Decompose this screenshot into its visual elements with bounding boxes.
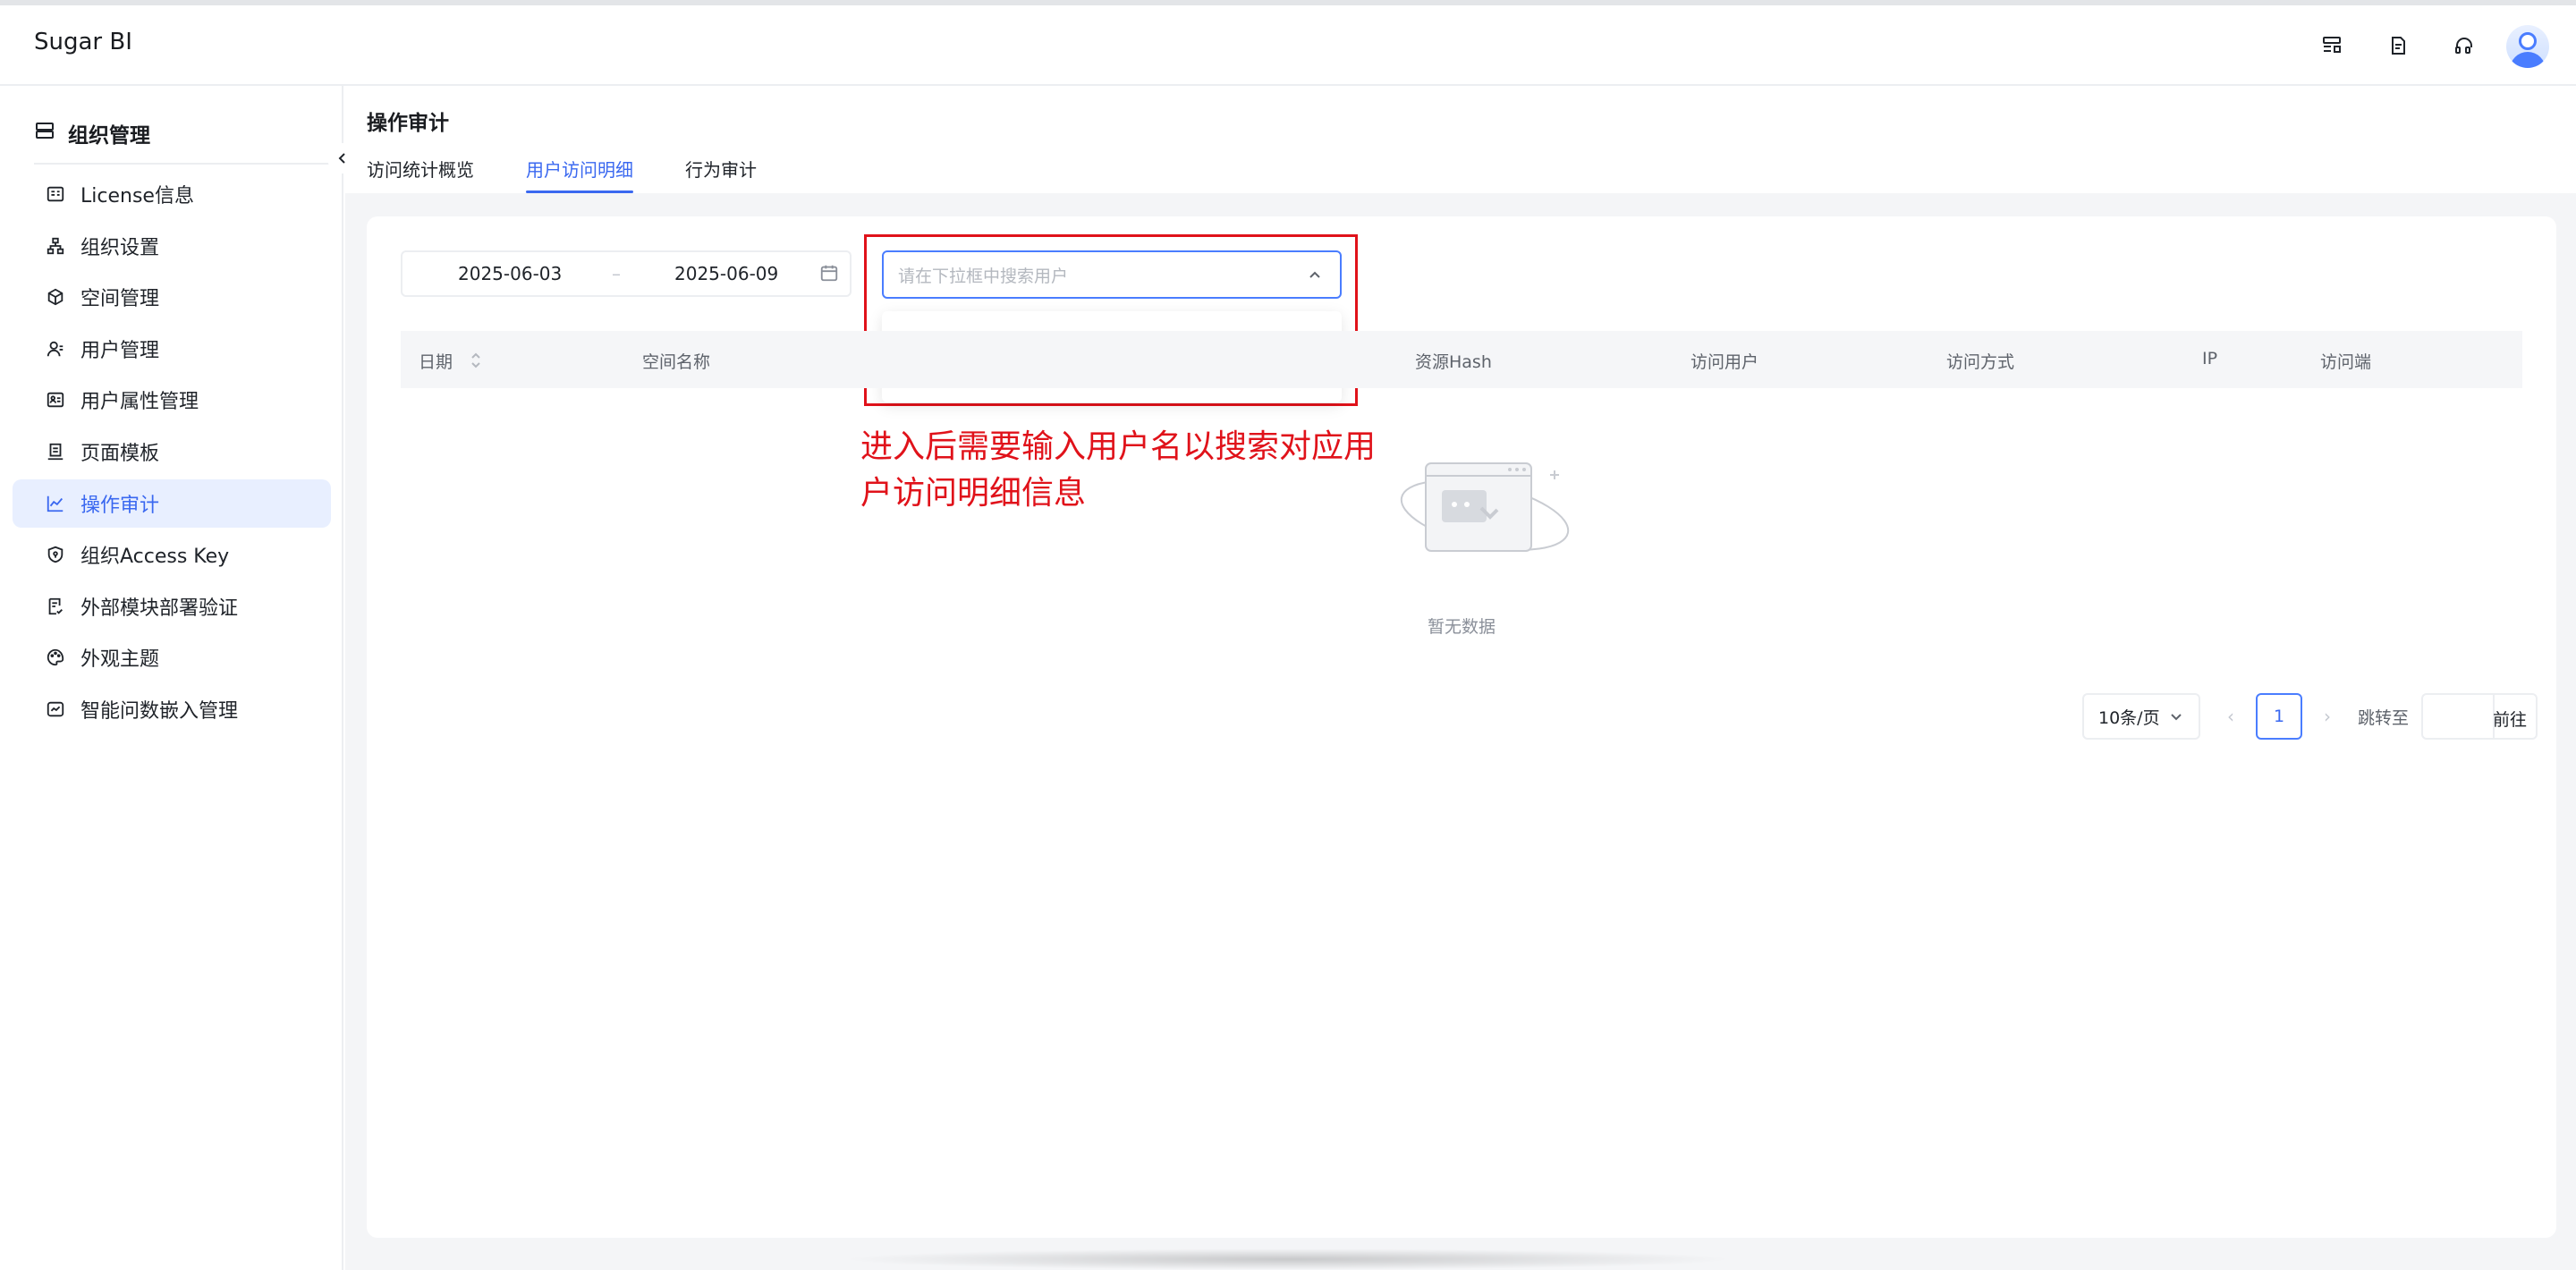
end-date[interactable]: 2025-06-09 [674,263,778,284]
sidebar-item-org-settings[interactable]: 组织设置 [13,222,331,270]
sidebar-item-user-attributes[interactable]: 用户属性管理 [13,376,331,424]
bottom-shadow [841,1249,1735,1270]
sidebar-item-access-key[interactable]: 组织Access Key [13,530,331,579]
tab-user-access-detail[interactable]: 用户访问明细 [526,156,633,193]
embed-icon [45,698,66,720]
jump-label: 跳转至 [2358,707,2410,728]
calendar-icon[interactable] [819,263,839,287]
sidebar-item-space[interactable]: 空间管理 [13,273,331,321]
page-header: 操作审计 访问统计概览 用户访问明细 行为审计 [345,86,2576,193]
chevron-up-icon [1306,267,1324,289]
empty-state-illustration [1395,453,1574,572]
table-header: 日期 空间名称 资源Hash 访问用户 访问方式 IP 访问端 [401,331,2522,388]
sidebar-divider [34,163,329,165]
license-icon [45,183,66,205]
annotation-text: 进入后需要输入用户名以搜索对应用户访问明细信息 [860,428,1377,512]
sidebar-item-label: 操作审计 [80,494,160,517]
column-visit-method: 访问方式 [1946,352,2015,372]
template-icon [45,441,66,462]
sidebar-item-label: 用户属性管理 [80,391,199,414]
page-size-label: 10条/页 [2098,707,2160,728]
page-size-select[interactable]: 10条/页 [2082,693,2200,740]
column-date-label: 日期 [419,352,453,372]
sidebar-item-label: 用户管理 [80,339,160,362]
sidebar-item-embed[interactable]: 智能问数嵌入管理 [13,685,331,733]
cube-icon [45,286,66,308]
start-date[interactable]: 2025-06-03 [458,263,562,284]
chevron-down-icon [2170,714,2182,721]
column-resource-hash: 资源Hash [1415,352,1492,372]
user-attribute-icon [45,389,66,411]
sidebar: 组织管理 License信息 组织设置 空间管理 用户管理 用户属性管理 页面模… [0,86,358,1270]
date-range-picker[interactable]: 2025-06-03 – 2025-06-09 [401,250,852,297]
sidebar-item-users[interactable]: 用户管理 [13,325,331,373]
sidebar-menu: License信息 组织设置 空间管理 用户管理 用户属性管理 页面模板 操作审… [13,170,331,737]
column-space-name: 空间名称 [642,352,711,372]
sidebar-item-label: 智能问数嵌入管理 [80,699,239,723]
main-content: 操作审计 访问统计概览 用户访问明细 行为审计 2025-06-03 – 202… [345,86,2576,1270]
prev-page-button[interactable]: ‹ [2213,706,2249,727]
sidebar-item-license[interactable]: License信息 [13,170,331,218]
brand-name: Sugar BI [34,29,132,55]
user-select-placeholder: 请在下拉框中搜索用户 [898,266,1069,286]
palette-icon [45,647,66,668]
tab-overview[interactable]: 访问统计概览 [367,156,474,193]
sidebar-item-label: 组织设置 [80,236,160,259]
column-ip: IP [2202,349,2218,368]
sidebar-item-label: 外部模块部署验证 [80,597,239,620]
next-page-button[interactable]: › [2309,706,2345,727]
org-management-icon [34,120,55,147]
sidebar-item-audit[interactable]: 操作审计 [13,478,331,528]
range-separator: – [612,263,621,284]
tab-behavior-audit[interactable]: 行为审计 [685,156,757,193]
layout-icon[interactable] [2317,30,2347,61]
content-card: 2025-06-03 – 2025-06-09 请在下拉框中搜索用户 搜索 [367,216,2556,1238]
top-header: Sugar BI [0,5,2576,86]
sort-icon[interactable] [470,351,481,374]
sidebar-item-label: 外观主题 [80,648,160,672]
sidebar-item-label: License信息 [80,185,194,207]
sidebar-item-module-verify[interactable]: 外部模块部署验证 [13,582,331,631]
page-title: 操作审计 [367,112,449,135]
user-select[interactable]: 请在下拉框中搜索用户 [882,250,1342,299]
sidebar-item-label: 空间管理 [80,288,160,311]
tab-bar: 访问统计概览 用户访问明细 行为审计 [367,156,757,193]
sidebar-title-label: 组织管理 [68,124,150,148]
pagination: 10条/页 ‹ 1 › 跳转至 前往 [2082,692,2538,741]
sidebar-title: 组织管理 [34,118,150,148]
column-visit-user: 访问用户 [1690,352,1759,372]
page-number-current[interactable]: 1 [2256,693,2302,740]
org-chart-icon [45,235,66,257]
chart-line-icon [45,493,66,514]
jump-page-input[interactable]: 前往 [2421,693,2538,740]
go-button[interactable]: 前往 [2493,707,2527,731]
column-date[interactable]: 日期 [419,349,481,374]
sidebar-item-theme[interactable]: 外观主题 [13,633,331,682]
shield-key-icon [45,544,66,565]
document-icon[interactable] [2383,30,2413,61]
module-check-icon [45,596,66,617]
headset-icon[interactable] [2449,30,2479,61]
sidebar-item-label: 组织Access Key [80,546,230,569]
sidebar-item-label: 页面模板 [80,442,160,465]
column-client: 访问端 [2320,352,2372,372]
empty-state-text: 暂无数据 [1428,617,1496,637]
sidebar-item-page-templates[interactable]: 页面模板 [13,428,331,476]
avatar[interactable] [2506,25,2549,68]
user-icon [45,338,66,360]
